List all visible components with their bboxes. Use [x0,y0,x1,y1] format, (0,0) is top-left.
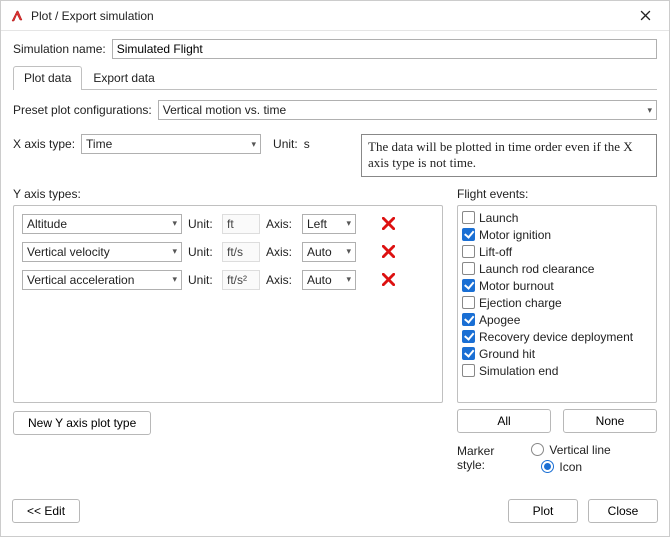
bottom-bar: << Edit Plot Close [0,491,670,531]
flight-event-item[interactable]: Launch [462,210,652,226]
x-unit-value: s [304,137,310,151]
marker-style-label-text: Vertical line [549,443,610,457]
chevron-down-icon: ▾ [346,246,351,257]
y-axis-row: Vertical acceleration▾ Unit: ft/s² Axis: Aut… [22,270,434,290]
close-dialog-button[interactable]: Close [588,499,658,523]
flight-event-item[interactable]: Ejection charge [462,295,652,311]
note-text: The data will be plotted in time order e… [361,134,657,177]
flight-event-label: Motor burnout [479,279,554,293]
flight-event-label: Ground hit [479,347,535,361]
flight-event-item[interactable]: Apogee [462,312,652,328]
close-button[interactable] [627,2,663,30]
chevron-down-icon: ▾ [252,139,257,150]
x-axis-type-label: X axis type: [13,137,75,151]
x-axis-type-select[interactable]: Time ▾ [81,134,261,154]
chevron-down-icon: ▾ [647,105,652,116]
chevron-down-icon: ▾ [172,274,177,285]
unit-label: Unit: [188,273,216,287]
y-axis-types-label: Y axis types: [13,187,447,201]
new-y-axis-button[interactable]: New Y axis plot type [13,411,151,435]
simulation-name-label: Simulation name: [13,42,106,56]
simulation-name-input[interactable] [112,39,657,59]
y-axis-side-select[interactable]: Auto▾ [302,242,356,262]
checkbox[interactable] [462,313,475,326]
y-unit-value: ft/s² [222,270,260,290]
y-unit-value: ft/s [222,242,260,262]
flight-event-item[interactable]: Simulation end [462,363,652,379]
title-bar: Plot / Export simulation [1,1,669,31]
flight-event-item[interactable]: Recovery device deployment [462,329,652,345]
flight-event-label: Apogee [479,313,520,327]
preset-select[interactable]: Vertical motion vs. time ▾ [158,100,657,120]
checkbox[interactable] [462,330,475,343]
checkbox[interactable] [462,228,475,241]
y-type-select[interactable]: Vertical velocity▾ [22,242,182,262]
marker-style-option[interactable]: Vertical line [531,443,610,457]
flight-event-item[interactable]: Motor burnout [462,278,652,294]
dialog-content: Simulation name: Plot dataExport data Pr… [1,31,669,484]
preset-label: Preset plot configurations: [13,103,152,117]
checkbox[interactable] [462,245,475,258]
tab-plot-data[interactable]: Plot data [13,66,82,90]
checkbox[interactable] [462,347,475,360]
unit-label: Unit: [188,217,216,231]
edit-button[interactable]: << Edit [12,499,80,523]
chevron-down-icon: ▾ [346,274,351,285]
radio[interactable] [541,460,554,473]
flight-event-label: Recovery device deployment [479,330,633,344]
radio[interactable] [531,443,544,456]
axis-label: Axis: [266,245,296,259]
marker-style-label: Marker style: [457,444,523,472]
checkbox[interactable] [462,364,475,377]
y-axes-panel: Altitude▾ Unit: ft Axis: Left▾ Vertical veloc… [13,205,443,403]
y-axis-side-select[interactable]: Auto▾ [302,270,356,290]
flight-event-item[interactable]: Launch rod clearance [462,261,652,277]
flight-events-label: Flight events: [457,187,657,201]
y-unit-value: ft [222,214,260,234]
plot-button[interactable]: Plot [508,499,578,523]
checkbox[interactable] [462,262,475,275]
marker-style-label-text: Icon [559,460,582,474]
tab-export-data[interactable]: Export data [82,66,165,90]
checkbox[interactable] [462,211,475,224]
chevron-down-icon: ▾ [346,218,351,229]
y-axis-row: Vertical velocity▾ Unit: ft/s Axis: Auto▾ [22,242,434,262]
window-title: Plot / Export simulation [31,9,627,23]
app-icon [9,8,25,24]
flight-event-label: Lift-off [479,245,512,259]
checkbox[interactable] [462,296,475,309]
delete-y-axis-button[interactable] [378,271,398,289]
chevron-down-icon: ▾ [172,246,177,257]
x-unit-label: Unit: [273,137,298,151]
select-none-button[interactable]: None [563,409,657,433]
flight-event-item[interactable]: Lift-off [462,244,652,260]
flight-events-panel: Launch Motor ignition Lift-off Launch rod c… [457,205,657,403]
flight-event-label: Motor ignition [479,228,551,242]
flight-event-label: Ejection charge [479,296,562,310]
unit-label: Unit: [188,245,216,259]
tabs: Plot dataExport data [13,65,657,90]
checkbox[interactable] [462,279,475,292]
flight-event-label: Launch rod clearance [479,262,594,276]
y-axis-side-select[interactable]: Left▾ [302,214,356,234]
axis-label: Axis: [266,217,296,231]
y-type-select[interactable]: Vertical acceleration▾ [22,270,182,290]
axis-label: Axis: [266,273,296,287]
delete-y-axis-button[interactable] [378,215,398,233]
marker-style-row: Marker style: Vertical line Icon [457,443,657,474]
flight-event-item[interactable]: Ground hit [462,346,652,362]
flight-event-label: Simulation end [479,364,558,378]
y-type-select[interactable]: Altitude▾ [22,214,182,234]
marker-style-option[interactable]: Icon [541,460,582,474]
flight-event-item[interactable]: Motor ignition [462,227,652,243]
chevron-down-icon: ▾ [172,218,177,229]
flight-event-label: Launch [479,211,518,225]
y-axis-row: Altitude▾ Unit: ft Axis: Left▾ [22,214,434,234]
select-all-button[interactable]: All [457,409,551,433]
delete-y-axis-button[interactable] [378,243,398,261]
